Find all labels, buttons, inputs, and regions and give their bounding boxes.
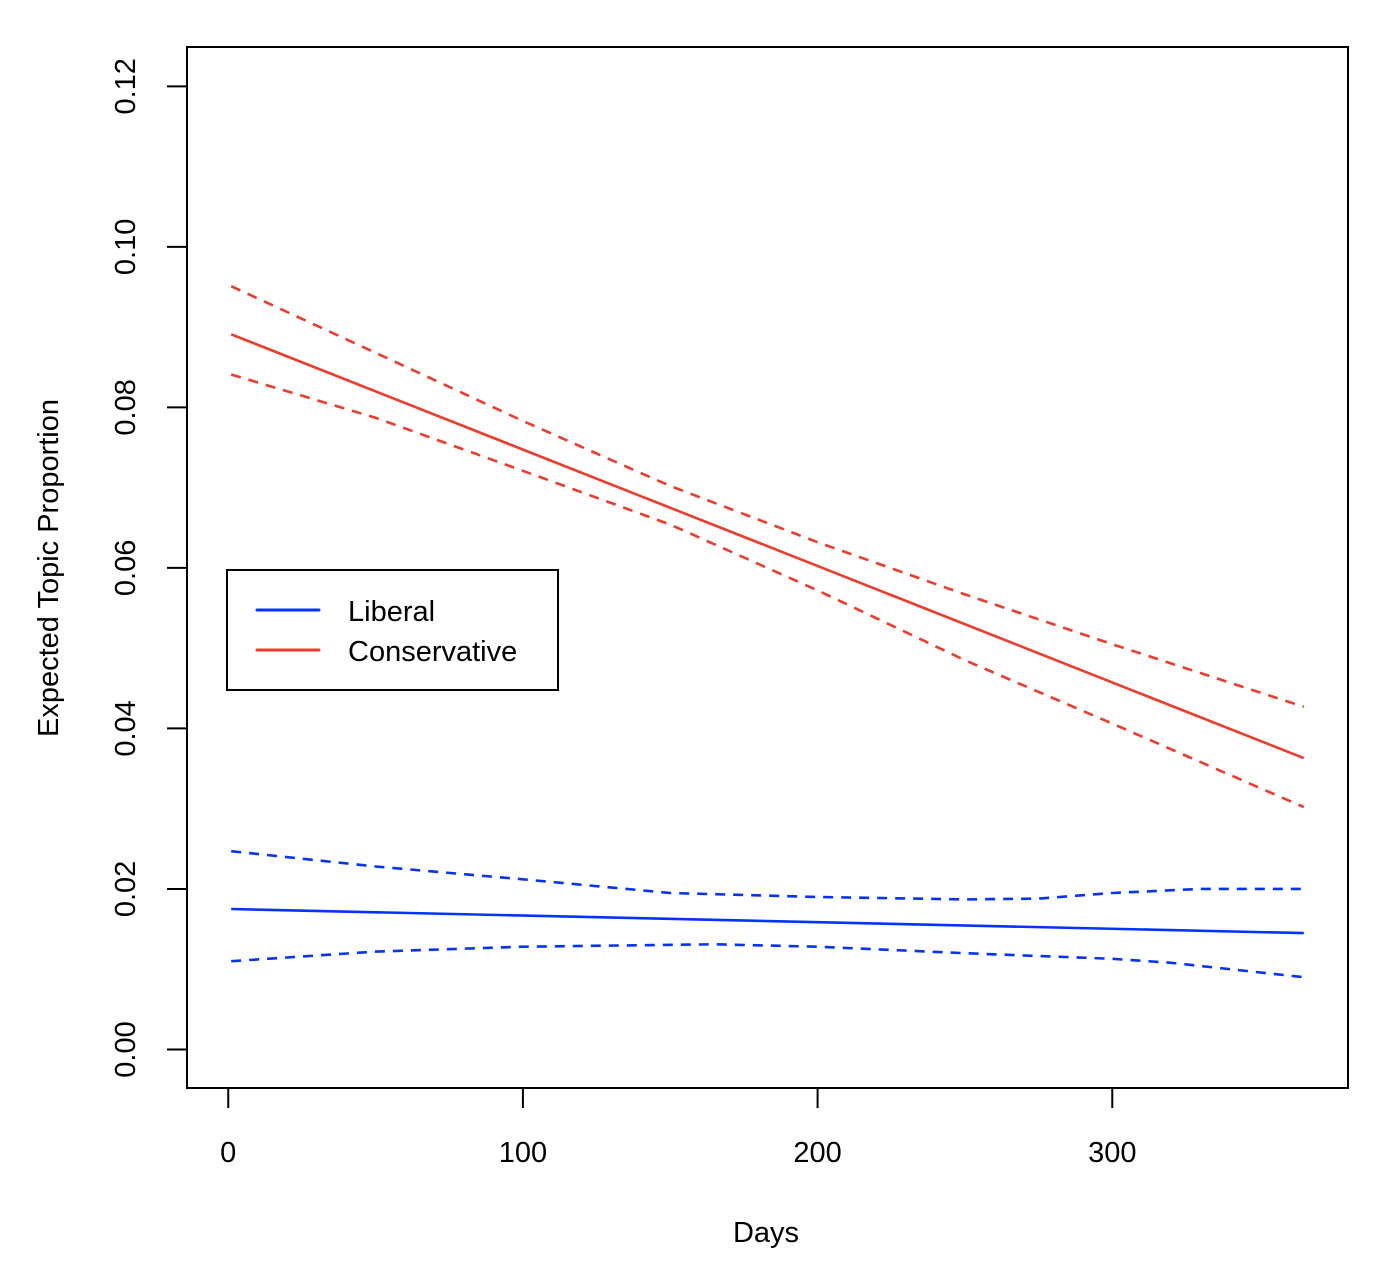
x-tick-label: 300 [1088,1137,1136,1169]
plot-frame [186,46,1349,1089]
y-tick-label: 0.10 [110,219,142,275]
x-tick-label: 200 [793,1137,841,1169]
y-tick-label: 0.08 [110,379,142,435]
y-tick-label: 0.06 [110,540,142,596]
legend-box [226,569,559,691]
x-tick-label: 0 [220,1137,236,1169]
y-tick-label: 0.12 [110,58,142,114]
series-line-liberal [231,907,1304,935]
y-axis-title: Expected Topic Proportion [33,399,65,737]
series-line-liberal-lower-bound [231,942,1304,979]
y-tick-label: 0.02 [110,861,142,917]
y-tick-label: 0.00 [110,1021,142,1077]
legend-label-conservative: Conservative [348,636,517,668]
x-axis: 0 100 200 300 [220,1087,1136,1169]
series-line-liberal-upper-bound [231,849,1304,901]
x-tick-label: 100 [499,1137,547,1169]
legend-label-liberal: Liberal [348,596,435,628]
y-axis: 0.00 0.02 0.04 0.06 0.08 0.10 0.12 [110,58,188,1078]
series-line-conservative [230,333,1305,760]
y-tick-label: 0.04 [110,700,142,756]
legend: Liberal Conservative [226,569,559,691]
x-axis-title: Days [733,1217,799,1249]
chart-canvas: 0 100 200 300 0.000.020.040.060.080.100.12 … [33,46,1349,1249]
